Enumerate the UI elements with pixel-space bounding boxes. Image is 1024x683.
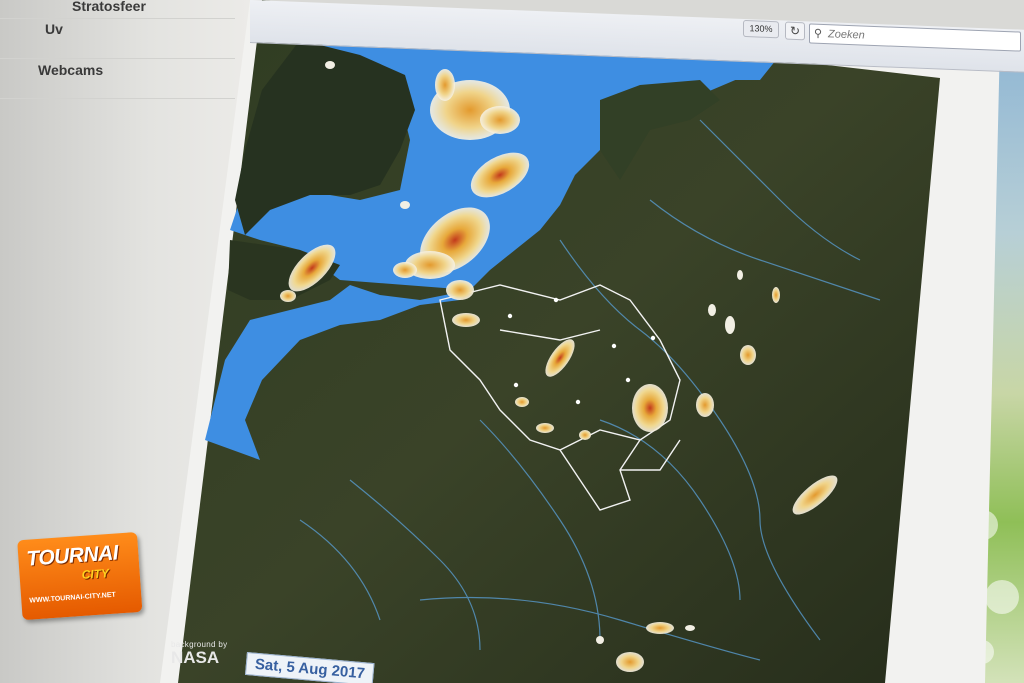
magnifier-icon: ⚲ <box>814 27 823 40</box>
credit-brand: NASA <box>171 648 220 667</box>
tournai-city-logo: TOURNAI CITY WWW.TOURNAI-CITY.NET <box>17 531 145 626</box>
map-image <box>178 0 940 683</box>
zoom-level-button[interactable]: 130% <box>743 19 779 39</box>
radar-map[interactable] <box>0 0 1024 683</box>
logo-badge: TOURNAI CITY WWW.TOURNAI-CITY.NET <box>17 531 143 621</box>
logo-url: WWW.TOURNAI-CITY.NET <box>29 591 117 605</box>
search-placeholder: Zoeken <box>828 28 865 42</box>
map-credit: background by NASA <box>171 640 227 668</box>
screen: Stratosfeer Uv Webcams 130% ↻ ⚲ Zoeken b… <box>0 0 1024 683</box>
refresh-icon[interactable]: ↻ <box>785 21 805 41</box>
logo-name-bottom: CITY <box>81 566 110 582</box>
search-input[interactable]: ⚲ Zoeken <box>809 23 1021 52</box>
